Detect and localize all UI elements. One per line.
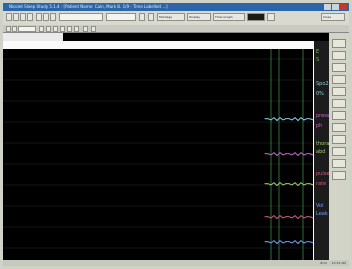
- flag-icon[interactable]: [67, 26, 72, 32]
- marker-icon[interactable]: [148, 13, 154, 21]
- waveform-trace: [264, 151, 314, 157]
- time-dropdown[interactable]: [106, 13, 136, 21]
- filter-icon[interactable]: [6, 26, 11, 32]
- channel-icon[interactable]: [39, 26, 44, 32]
- channel-label: S: [316, 57, 320, 63]
- channel-label: Leak: [316, 211, 328, 217]
- close-button[interactable]: Close: [321, 13, 345, 21]
- waveform-trace: [264, 116, 314, 122]
- display-label: Display: [189, 15, 201, 19]
- waveform-trace: [264, 214, 314, 220]
- side-button-8[interactable]: [332, 123, 346, 132]
- main-toolbar: Montage Display Time Graph Close: [3, 11, 349, 25]
- grid-lines: [3, 49, 313, 260]
- secondary-toolbar: [3, 25, 349, 33]
- cursor-icon[interactable]: [46, 26, 51, 32]
- montage-button[interactable]: Montage: [157, 13, 185, 21]
- print-icon[interactable]: [27, 13, 33, 21]
- side-button-12[interactable]: [332, 171, 346, 180]
- close-window-button[interactable]: [340, 4, 347, 10]
- channel-label: Spo2: [316, 81, 329, 87]
- status-time: 10:15 AM: [331, 261, 346, 265]
- side-button-9[interactable]: [332, 135, 346, 144]
- side-button-11[interactable]: [332, 159, 346, 168]
- side-button-1[interactable]: [332, 39, 346, 48]
- title-bar: Nicolet Sleep Study 5.1.4 - [Patient Nam…: [3, 3, 349, 11]
- channel-label: E: [316, 49, 320, 55]
- side-button-4[interactable]: [332, 75, 346, 84]
- channel-label: Vol: [316, 203, 324, 209]
- channel-label: abd: [316, 149, 326, 155]
- side-button-5[interactable]: [332, 87, 346, 96]
- side-button-2[interactable]: [332, 51, 346, 60]
- window-controls: [324, 4, 347, 10]
- page-dropdown[interactable]: [59, 13, 103, 21]
- side-button-7[interactable]: [332, 111, 346, 120]
- channel-label: pulse: [316, 171, 330, 177]
- channel-label: rate: [316, 181, 327, 187]
- zoom-icon[interactable]: [50, 13, 56, 21]
- channel-label: 0%: [316, 91, 324, 97]
- side-button-10[interactable]: [332, 147, 346, 156]
- gain-icon[interactable]: [12, 26, 17, 32]
- side-button-3[interactable]: [332, 63, 346, 72]
- channel-label-panel: E S Spo2 0% press ph thoracic abd pulse rate Vol Le…: [313, 41, 336, 260]
- time-graph-label: Time Graph: [215, 15, 233, 19]
- side-button-6[interactable]: [332, 99, 346, 108]
- waveforms: [264, 116, 314, 245]
- forward-icon[interactable]: [43, 13, 49, 21]
- montage-label: Montage: [159, 15, 173, 19]
- waveform-trace: [264, 239, 314, 245]
- annotation-icon[interactable]: [60, 26, 65, 32]
- open-icon[interactable]: [13, 13, 19, 21]
- measure-icon[interactable]: [53, 26, 58, 32]
- waveform-svg: [3, 49, 314, 260]
- time-graph-button[interactable]: Time Graph: [213, 13, 245, 21]
- page-header-bar: [3, 41, 313, 49]
- screen: Nicolet Sleep Study 5.1.4 - [Patient Nam…: [3, 3, 349, 266]
- stage-icon[interactable]: [91, 26, 96, 32]
- gain-dropdown[interactable]: [18, 26, 36, 32]
- video-icon[interactable]: [247, 13, 265, 21]
- epoch-icon[interactable]: [83, 26, 88, 32]
- channel-label: ph: [316, 123, 323, 129]
- settings-icon[interactable]: [139, 13, 145, 21]
- maximize-button[interactable]: [332, 4, 339, 10]
- events-icon[interactable]: [267, 13, 275, 21]
- back-icon[interactable]: [36, 13, 42, 21]
- grid-icon[interactable]: [74, 26, 79, 32]
- window-title: Nicolet Sleep Study 5.1.4 - [Patient Nam…: [9, 4, 168, 9]
- channel-label: press: [316, 113, 330, 119]
- status-bar: 8/12 10:15 AM: [3, 260, 349, 266]
- display-button[interactable]: Display: [187, 13, 211, 21]
- new-icon[interactable]: [6, 13, 12, 21]
- waveform-area[interactable]: [3, 49, 329, 260]
- minimize-button[interactable]: [324, 4, 331, 10]
- status-page: 8/12: [320, 261, 327, 265]
- header-strip: [3, 33, 63, 41]
- save-icon[interactable]: [20, 13, 26, 21]
- monitor-bezel: Nicolet Sleep Study 5.1.4 - [Patient Nam…: [0, 0, 352, 269]
- side-toolbar: [329, 33, 349, 260]
- close-label: Close: [323, 15, 332, 19]
